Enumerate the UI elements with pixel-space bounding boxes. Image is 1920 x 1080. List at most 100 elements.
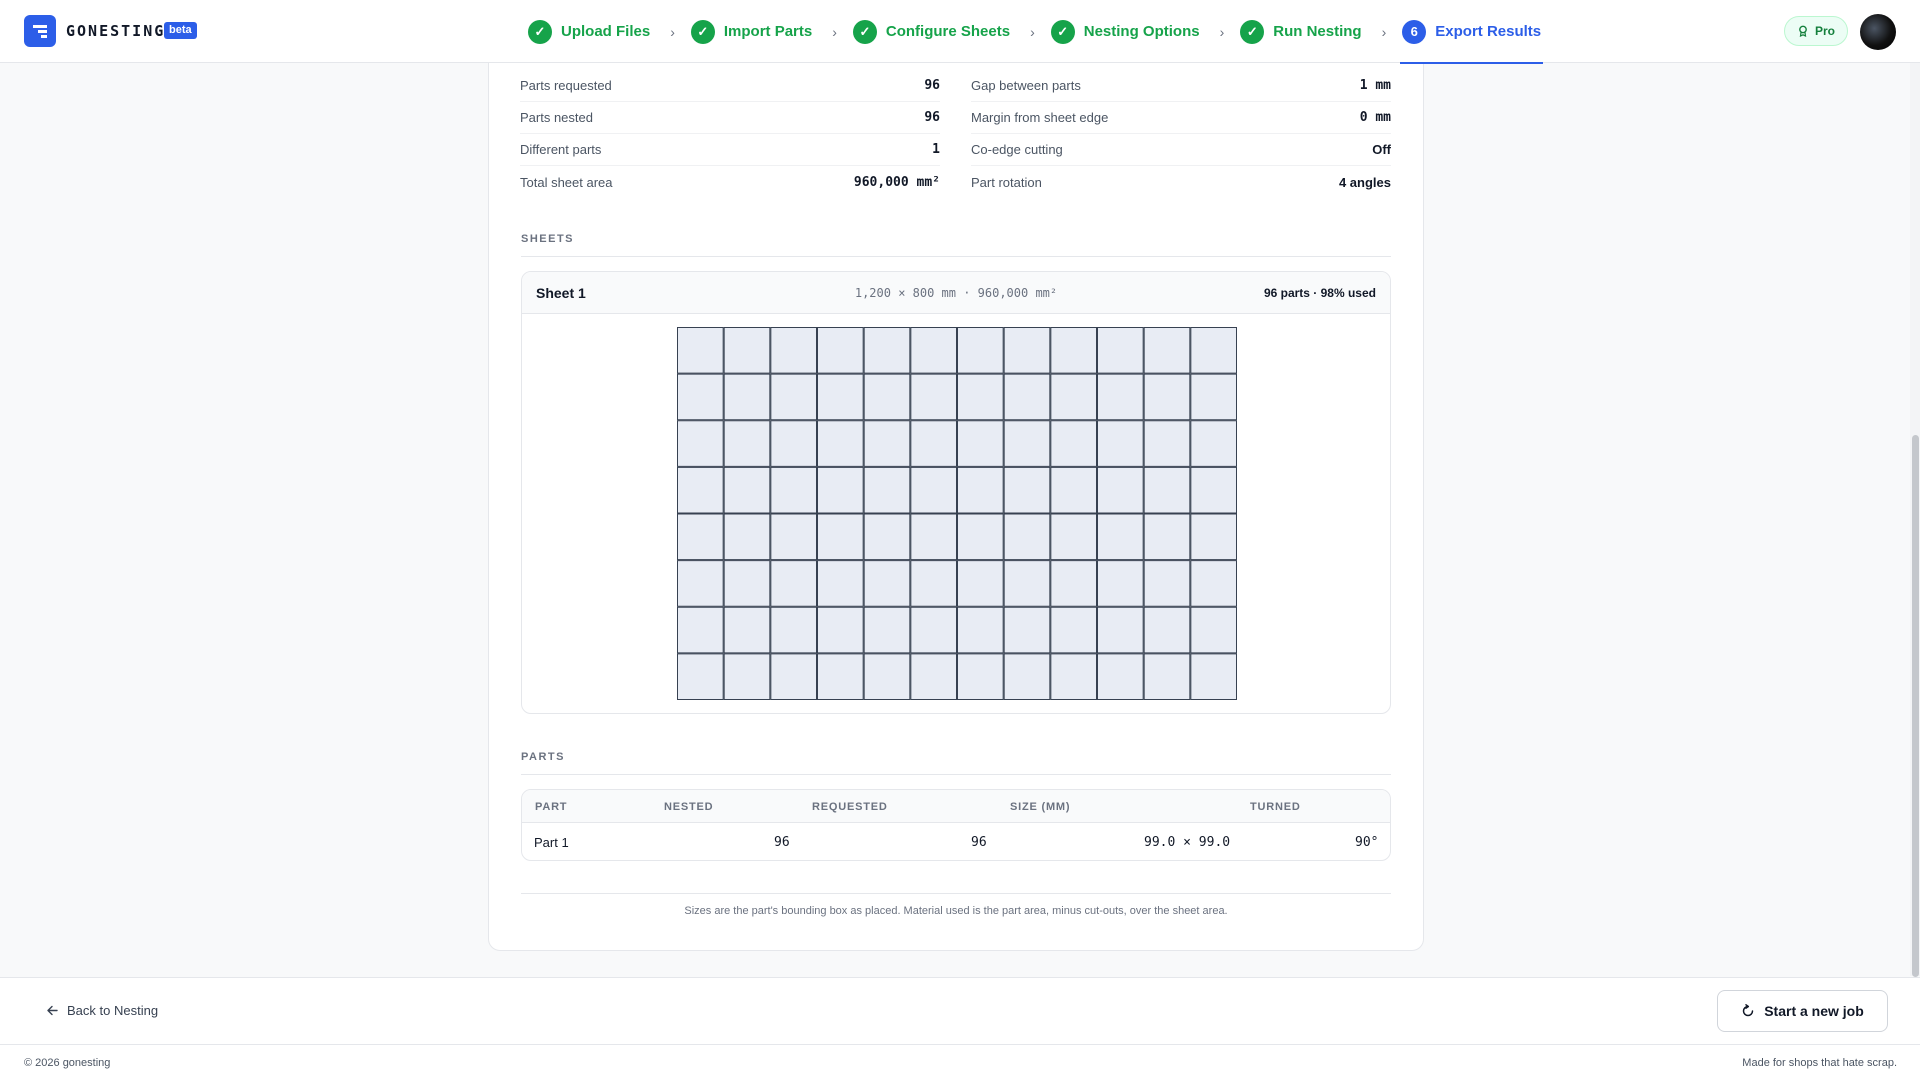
divider	[521, 256, 1391, 257]
chevron-right-icon: ›	[832, 23, 837, 40]
chevron-right-icon: ›	[1381, 23, 1387, 40]
nested-part	[817, 466, 864, 514]
sheet-layout-preview	[677, 327, 1237, 700]
pro-plan-badge[interactable]: Pro	[1784, 16, 1849, 46]
nested-part	[957, 653, 1004, 700]
nested-part	[1143, 420, 1191, 467]
nested-part	[723, 653, 771, 700]
nested-part	[677, 560, 724, 607]
stat-value: 1	[932, 142, 940, 157]
nested-part	[677, 513, 724, 561]
nested-part	[1190, 420, 1237, 467]
nested-part	[1190, 373, 1237, 421]
step-run-nesting[interactable]: ✓ Run Nesting	[1240, 0, 1362, 63]
column-header-nested: NESTED	[664, 801, 714, 813]
nested-part	[910, 560, 957, 607]
nested-part	[723, 327, 771, 374]
nested-part	[817, 560, 864, 607]
nested-part	[770, 327, 818, 374]
footer: © 2026 gonesting Made for shops that hat…	[0, 1044, 1920, 1080]
nested-part	[770, 606, 818, 654]
nested-part	[677, 653, 724, 700]
nested-part	[770, 560, 818, 607]
nested-part	[1143, 513, 1191, 561]
step-configure-sheets[interactable]: ✓ Configure Sheets	[852, 0, 1010, 63]
nested-part	[863, 327, 911, 374]
step-label: Import Parts	[723, 23, 813, 40]
sheet-usage: 96 parts · 98% used	[1263, 286, 1376, 300]
stat-row: Part rotation 4 angles	[971, 166, 1391, 198]
step-nesting-options[interactable]: ✓ Nesting Options	[1050, 0, 1200, 63]
chevron-right-icon: ›	[1219, 23, 1225, 40]
nested-part	[1003, 606, 1051, 654]
stat-row: Margin from sheet edge 0 mm	[971, 102, 1391, 134]
nested-part	[1097, 606, 1144, 654]
nested-part	[723, 513, 771, 561]
nested-part	[1097, 653, 1144, 700]
nested-part	[1003, 327, 1051, 374]
scrollbar-thumb[interactable]	[1912, 435, 1919, 977]
beta-badge: beta	[164, 22, 197, 39]
table-row[interactable]: Part 1 96 96 99.0 × 99.0 90°	[522, 823, 1390, 860]
nested-part	[1143, 373, 1191, 421]
copyright: © 2026 gonesting	[24, 1057, 111, 1069]
stat-label: Gap between parts	[971, 78, 1081, 93]
check-icon: ✓	[1050, 19, 1075, 44]
nested-part	[863, 466, 911, 514]
stat-value: Off	[1372, 142, 1391, 157]
step-number: 6	[1402, 19, 1427, 44]
nested-part	[1190, 653, 1237, 700]
parts-section-title: PARTS	[521, 751, 565, 763]
stat-value: 960,000 mm²	[853, 174, 940, 190]
sheet-dimensions: 1,200 × 800 mm · 960,000 mm²	[854, 286, 1058, 300]
nested-part	[770, 466, 818, 514]
nested-part	[1050, 373, 1098, 421]
nested-part	[1050, 560, 1098, 607]
nested-part	[770, 513, 818, 561]
nested-part	[817, 513, 864, 561]
part-turned: 90°	[1355, 835, 1379, 850]
nested-part	[863, 653, 911, 700]
logo-icon[interactable]	[24, 15, 56, 47]
stat-value: 4 angles	[1338, 174, 1391, 190]
divider	[521, 774, 1391, 775]
column-header-turned: TURNED	[1250, 801, 1301, 813]
step-export-results[interactable]: 6 Export Results	[1400, 0, 1543, 64]
nested-part	[957, 420, 1004, 467]
award-icon	[1799, 25, 1807, 37]
nested-part	[1050, 420, 1098, 467]
step-label: Run Nesting	[1273, 23, 1362, 40]
start-new-job-button[interactable]: Start a new job	[1717, 990, 1888, 1032]
top-bar: GONESTING beta ✓ Upload Files › ✓ Import…	[0, 0, 1920, 64]
part-requested: 96	[971, 835, 987, 850]
nested-part	[1003, 466, 1051, 514]
nested-part	[1050, 606, 1098, 654]
back-label: Back to Nesting	[67, 1003, 159, 1018]
nested-part	[863, 420, 911, 467]
back-to-nesting-button[interactable]: Back to Nesting	[46, 1003, 158, 1018]
nested-part	[1190, 560, 1237, 607]
nested-part	[1003, 420, 1051, 467]
stat-row: Different parts 1	[520, 134, 940, 166]
avatar[interactable]	[1860, 14, 1896, 50]
nested-part	[863, 606, 911, 654]
new-job-label: Start a new job	[1764, 1003, 1864, 1019]
nested-part	[723, 606, 771, 654]
nested-part	[910, 606, 957, 654]
nested-part	[957, 560, 1004, 607]
nested-part	[1003, 513, 1051, 561]
check-icon: ✓	[690, 19, 715, 44]
nested-part	[1143, 560, 1191, 607]
nested-part	[957, 327, 1004, 374]
stat-label: Total sheet area	[520, 174, 613, 190]
nested-part	[677, 606, 724, 654]
column-header-size: SIZE (MM)	[1010, 801, 1071, 813]
step-import-parts[interactable]: ✓ Import Parts	[690, 0, 813, 63]
nested-part	[1190, 606, 1237, 654]
step-label: Export Results	[1435, 23, 1542, 40]
step-upload-files[interactable]: ✓ Upload Files	[528, 0, 650, 63]
nested-part	[957, 606, 1004, 654]
nested-part	[957, 466, 1004, 514]
nested-part	[910, 653, 957, 700]
nested-part	[957, 373, 1004, 421]
